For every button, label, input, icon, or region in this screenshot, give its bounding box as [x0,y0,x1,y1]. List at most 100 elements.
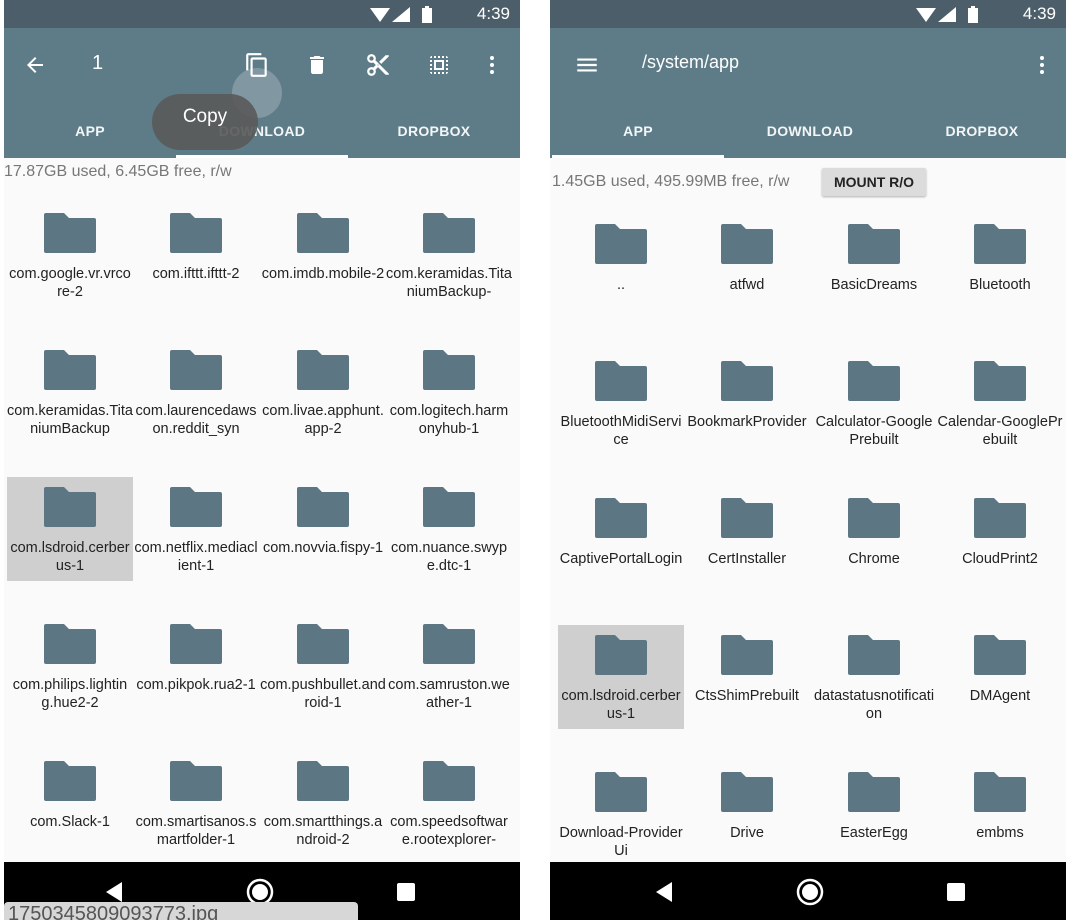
tab-bar: APP DOWNLOAD DROPBOX [4,104,520,158]
folder-icon [848,224,900,264]
storage-info: 17.87GB used, 6.45GB free, r/w [4,163,232,180]
folder-icon-wrap [423,213,475,253]
nav-recents-icon[interactable] [940,876,972,908]
folder-icon [848,498,900,538]
folder-icon [297,350,349,390]
folder-item[interactable]: Drive [684,772,810,842]
folder-label: com.nuance.swype.dtc-1 [390,540,508,574]
menu-button[interactable] [562,40,612,90]
folder-icon [44,624,96,664]
more-options-button[interactable] [1017,40,1066,90]
tab-app[interactable]: APP [4,104,176,158]
folder-icon [44,350,96,390]
tab-app[interactable]: APP [552,104,724,158]
folder-label: Drive [730,825,764,841]
folder-icon-wrap [721,772,773,812]
more-vert-icon [490,56,494,74]
folder-item[interactable]: Chrome [811,498,937,568]
folder-item-selected[interactable]: com.lsdroid.cerberus-1 [558,625,684,729]
folder-icon-wrap [44,350,96,390]
folder-label: com.ifttt.ifttt-2 [152,266,240,282]
folder-label: Calendar-GooglePrebuilt [937,414,1063,448]
tab-dropbox[interactable]: DROPBOX [896,104,1066,158]
folder-item[interactable]: CtsShimPrebuilt [684,635,810,705]
folder-item[interactable]: BookmarkProvider [684,361,810,431]
folder-item[interactable]: .. [558,224,684,294]
folder-item[interactable]: com.imdb.mobile-2 [260,213,386,283]
folder-item[interactable]: embms [937,772,1063,842]
folder-item[interactable]: CertInstaller [684,498,810,568]
folder-icon [848,635,900,675]
folder-item[interactable]: Calculator-GooglePrebuilt [811,361,937,449]
folder-icon [595,361,647,401]
folder-item[interactable]: com.livae.apphunt.app-2 [260,350,386,438]
folder-item[interactable]: com.pikpok.rua2-1 [133,624,259,694]
folder-label: atfwd [729,277,765,293]
copy-button[interactable] [232,40,282,90]
select-all-icon [430,56,448,74]
left-screen: 4:39 1 APP DOWNLOAD DROPBOX Copy 17.87GB… [4,0,520,920]
mount-button[interactable]: MOUNT R/O [822,168,926,196]
folder-label: com.smartthings.android-2 [263,814,383,848]
folder-item[interactable]: Download-ProviderUi [558,772,684,860]
folder-item[interactable]: Bluetooth [937,224,1063,294]
folder-label: CertInstaller [707,551,787,567]
folder-label: EasterEgg [840,825,908,841]
action-mode-toolbar: 1 APP DOWNLOAD DROPBOX [4,28,520,158]
folder-item[interactable]: com.speedsoftware.rootexplorer- [386,761,512,849]
folder-item[interactable]: com.keramidas.TitaniumBackup [7,350,133,438]
folder-icon [721,635,773,675]
status-bar: 4:39 [550,0,1066,28]
nav-home-icon[interactable] [794,876,826,908]
folder-icon [297,213,349,253]
folder-label: com.samruston.weather-1 [388,677,510,711]
folder-icon [170,213,222,253]
folder-item[interactable]: com.logitech.harmonyhub-1 [386,350,512,438]
folder-item[interactable]: com.keramidas.TitaniumBackup- [386,213,512,301]
nav-back-icon[interactable] [648,876,680,908]
folder-item[interactable]: com.novvia.fispy-1 [260,487,386,557]
folder-item[interactable]: DMAgent [937,635,1063,705]
folder-item[interactable]: com.pushbullet.android-1 [260,624,386,712]
tab-indicator [552,155,724,158]
status-icons [916,6,978,23]
tab-download[interactable]: DOWNLOAD [724,104,896,158]
select-all-button[interactable] [414,40,464,90]
folder-item[interactable]: atfwd [684,224,810,294]
folder-item[interactable]: com.netflix.mediaclient-1 [133,487,259,575]
folder-item[interactable]: com.google.vr.vrcore-2 [7,213,133,301]
delete-button[interactable] [292,40,342,90]
folder-item[interactable]: CloudPrint2 [937,498,1063,568]
folder-item[interactable]: com.philips.lighting.hue2-2 [7,624,133,712]
more-options-button[interactable] [467,40,517,90]
folder-icon-wrap [595,224,647,264]
folder-item[interactable]: Calendar-GooglePrebuilt [937,361,1063,449]
folder-icon-wrap [595,635,647,675]
folder-icon-wrap [423,761,475,801]
folder-label: embms [976,825,1024,841]
folder-item[interactable]: com.nuance.swype.dtc-1 [386,487,512,575]
folder-icon [297,487,349,527]
folder-item[interactable]: com.Slack-1 [7,761,133,831]
folder-icon-wrap [44,624,96,664]
folder-item[interactable]: BasicDreams [811,224,937,294]
folder-item[interactable]: com.ifttt.ifttt-2 [133,213,259,283]
folder-item[interactable]: com.smartthings.android-2 [260,761,386,849]
folder-label: com.smartisanos.smartfolder-1 [135,814,257,848]
back-button[interactable] [10,40,60,90]
folder-icon [170,624,222,664]
nav-recents-icon[interactable] [390,876,422,908]
folder-item-selected[interactable]: com.lsdroid.cerberus-1 [7,477,133,581]
tab-dropbox[interactable]: DROPBOX [348,104,520,158]
cut-button[interactable] [353,40,403,90]
folder-item[interactable]: EasterEgg [811,772,937,842]
folder-item[interactable]: datastatusnotification [811,635,937,723]
status-time: 4:39 [1022,4,1056,23]
folder-icon [721,498,773,538]
folder-item[interactable]: com.samruston.weather-1 [386,624,512,712]
folder-item[interactable]: com.smartisanos.smartfolder-1 [133,761,259,849]
folder-item[interactable]: CaptivePortalLogin [558,498,684,568]
folder-icon [848,361,900,401]
folder-item[interactable]: com.laurencedawson.reddit_syn [133,350,259,438]
folder-item[interactable]: BluetoothMidiService [558,361,684,449]
